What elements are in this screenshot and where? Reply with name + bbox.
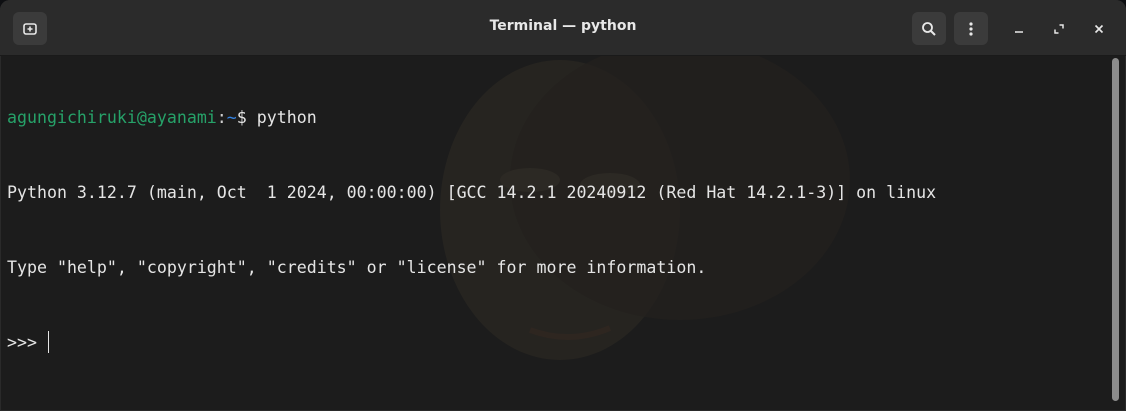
output-line-help: Type "help", "copyright", "credits" or "…	[7, 258, 707, 277]
prompt-command: python	[256, 108, 317, 127]
text-cursor	[47, 331, 49, 353]
maximize-icon	[1054, 24, 1064, 34]
terminal-window: Terminal — python agungichiruki@ayanami:…	[0, 0, 1126, 411]
menu-icon	[969, 21, 973, 36]
search-button[interactable]	[912, 12, 946, 45]
close-button[interactable]	[1086, 16, 1112, 42]
repl-prompt-line: >>>	[7, 330, 1106, 355]
close-icon	[1094, 24, 1104, 34]
terminal-output[interactable]: agungichiruki@ayanami:~$ python Python 3…	[0, 55, 1106, 411]
search-icon	[922, 21, 936, 36]
prompt-symbol: $	[236, 108, 257, 127]
minimize-icon	[1015, 31, 1023, 33]
prompt-path: ~	[226, 108, 237, 127]
scrollbar[interactable]	[1112, 58, 1119, 401]
maximize-button[interactable]	[1046, 16, 1072, 42]
headerbar: Terminal — python	[0, 0, 1126, 56]
minimize-button[interactable]	[1006, 16, 1032, 42]
prompt-separator: :	[216, 108, 227, 127]
output-line-version: Python 3.12.7 (main, Oct 1 2024, 00:00:0…	[7, 183, 937, 202]
menu-button[interactable]	[954, 12, 988, 45]
prompt-line: agungichiruki@ayanami:~$ python	[7, 105, 1106, 130]
prompt-user-host: agungichiruki@ayanami	[7, 108, 217, 127]
repl-prompt: >>>	[7, 333, 47, 352]
